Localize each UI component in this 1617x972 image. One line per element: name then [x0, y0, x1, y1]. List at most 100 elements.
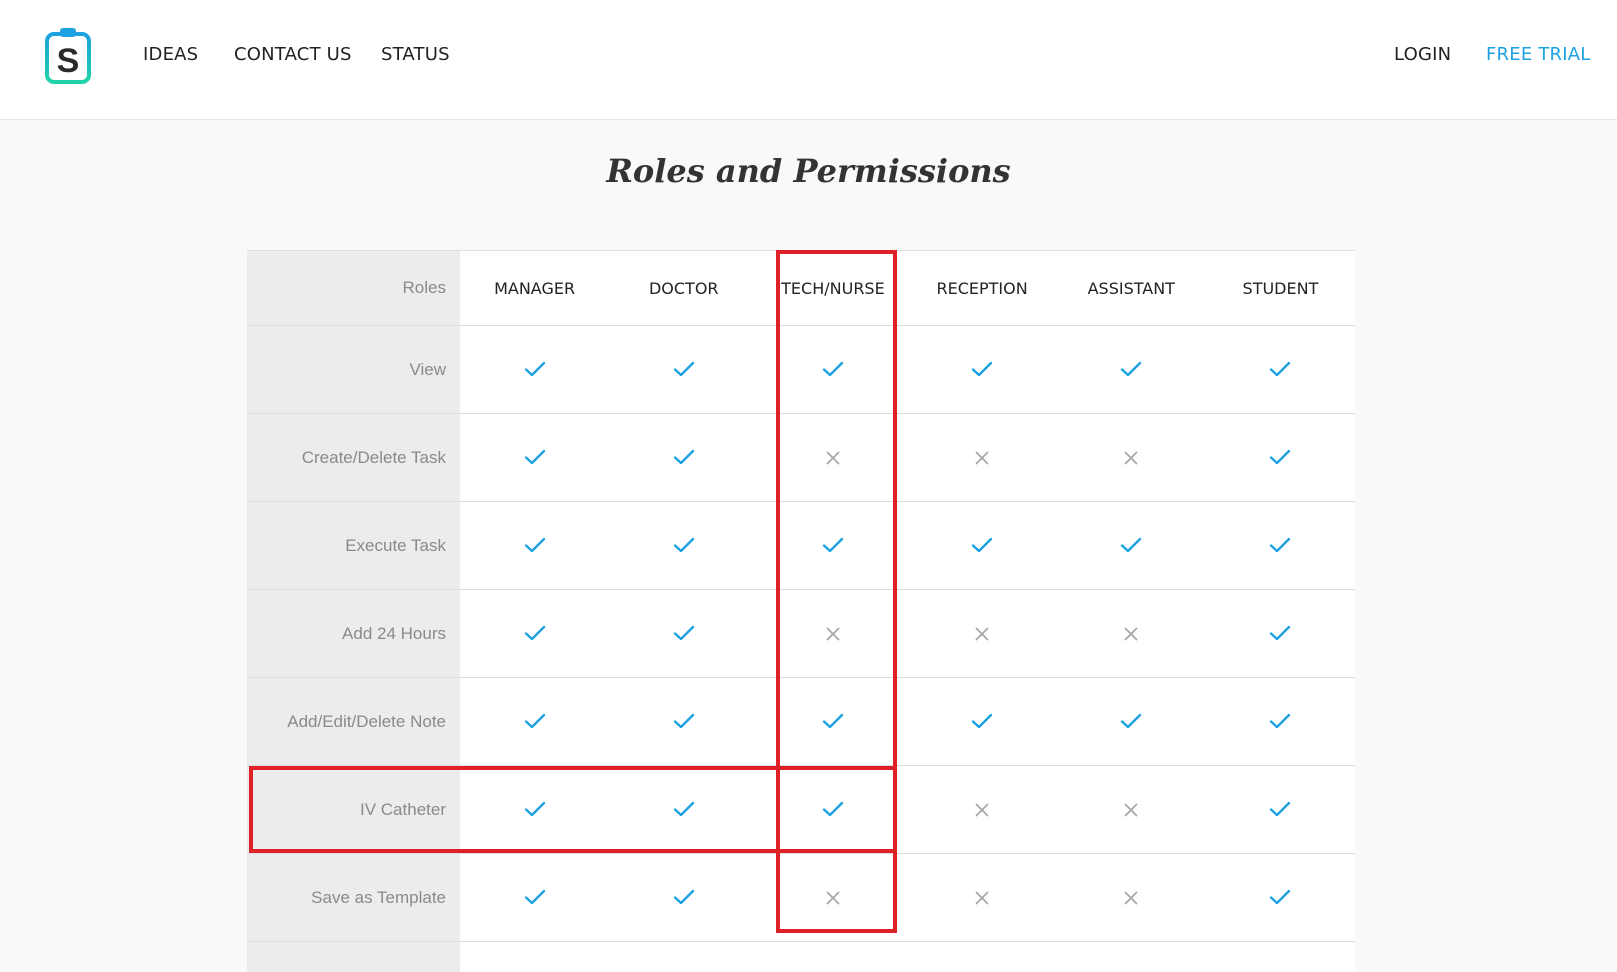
permission-cell — [1057, 326, 1206, 413]
cross-icon — [1124, 803, 1138, 817]
check-icon — [822, 713, 844, 730]
row-cells — [460, 766, 1355, 853]
row-label: Add 24 Hours — [247, 590, 460, 677]
permission-cell — [758, 326, 907, 413]
cross-icon — [1124, 891, 1138, 905]
row-cells — [460, 854, 1355, 941]
permission-cell — [1057, 502, 1206, 589]
permission-cell — [460, 414, 609, 501]
check-icon — [1269, 625, 1291, 642]
table-header-row: Roles MANAGER DOCTOR TECH/NURSE RECEPTION AS… — [247, 251, 1355, 326]
role-columns: MANAGER DOCTOR TECH/NURSE RECEPTION ASSISTAN… — [460, 251, 1355, 325]
column-header: RECEPTION — [936, 278, 1028, 298]
permission-cell — [758, 766, 907, 853]
permission-cell — [758, 854, 907, 941]
permission-cell — [1057, 590, 1206, 677]
check-icon — [822, 801, 844, 818]
row-label: IV Catheter — [247, 766, 460, 853]
permission-cell — [908, 414, 1057, 501]
check-icon — [1269, 361, 1291, 378]
cross-icon — [975, 627, 989, 641]
permission-cell — [1206, 414, 1355, 501]
table-row: View — [247, 326, 1355, 414]
page-title: Roles and Permissions — [606, 152, 1011, 190]
cross-icon — [826, 891, 840, 905]
table-row-partial — [247, 942, 1355, 972]
column-header: ASSISTANT — [1087, 278, 1175, 298]
check-icon — [673, 713, 695, 730]
check-icon — [1269, 801, 1291, 818]
cross-icon — [975, 451, 989, 465]
check-icon — [1269, 449, 1291, 466]
check-icon — [971, 361, 993, 378]
permission-cell — [460, 502, 609, 589]
check-icon — [822, 361, 844, 378]
login-link[interactable]: LOGIN — [1394, 44, 1451, 65]
permission-cell — [908, 854, 1057, 941]
permission-cell — [908, 326, 1057, 413]
check-icon — [1269, 537, 1291, 554]
check-icon — [524, 449, 546, 466]
row-label — [247, 942, 460, 972]
check-icon — [524, 889, 546, 906]
check-icon — [524, 537, 546, 554]
permission-cell — [460, 326, 609, 413]
row-label: Save as Template — [247, 854, 460, 941]
permission-cell — [1206, 678, 1355, 765]
logo-icon[interactable]: S — [44, 26, 92, 86]
check-icon — [524, 713, 546, 730]
check-icon — [673, 361, 695, 378]
check-icon — [673, 449, 695, 466]
nav-contact-link[interactable]: CONTACT US — [234, 44, 352, 65]
permission-cell — [1057, 854, 1206, 941]
check-icon — [1269, 889, 1291, 906]
column-header: DOCTOR — [648, 278, 719, 298]
permission-cell — [758, 414, 907, 501]
table-row: Execute Task — [247, 502, 1355, 590]
table-row: Add 24 Hours — [247, 590, 1355, 678]
svg-text:S: S — [57, 42, 80, 80]
cross-icon — [826, 627, 840, 641]
permission-cell — [758, 678, 907, 765]
permission-cell — [908, 590, 1057, 677]
check-icon — [524, 625, 546, 642]
check-icon — [673, 625, 695, 642]
permission-cell — [460, 766, 609, 853]
permission-cell — [908, 502, 1057, 589]
row-cells — [460, 502, 1355, 589]
check-icon — [971, 537, 993, 554]
permission-cell — [609, 326, 758, 413]
nav-ideas-link[interactable]: IDEAS — [143, 44, 198, 65]
permission-cell — [1206, 766, 1355, 853]
permission-cell — [609, 766, 758, 853]
roles-header-label: Roles — [247, 251, 460, 325]
cross-icon — [1124, 627, 1138, 641]
column-header: STUDENT — [1242, 278, 1319, 298]
permissions-table: Roles MANAGER DOCTOR TECH/NURSE RECEPTION AS… — [247, 250, 1355, 972]
check-icon — [524, 801, 546, 818]
row-label: Execute Task — [247, 502, 460, 589]
table-row: Save as Template — [247, 854, 1355, 942]
permission-cell — [1206, 854, 1355, 941]
column-header: TECH/NURSE — [781, 278, 885, 298]
nav-status-link[interactable]: STATUS — [381, 44, 450, 65]
row-label: View — [247, 326, 460, 413]
permission-cell — [1057, 414, 1206, 501]
permission-cell — [758, 590, 907, 677]
row-label: Create/Delete Task — [247, 414, 460, 501]
permission-cell — [1206, 590, 1355, 677]
check-icon — [1120, 361, 1142, 378]
permission-cell — [1057, 678, 1206, 765]
cross-icon — [975, 803, 989, 817]
check-icon — [1120, 537, 1142, 554]
table-row: Add/Edit/Delete Note — [247, 678, 1355, 766]
permission-cell — [908, 678, 1057, 765]
permission-cell — [609, 678, 758, 765]
cross-icon — [975, 891, 989, 905]
row-cells — [460, 590, 1355, 677]
permission-cell — [460, 590, 609, 677]
check-icon — [1120, 713, 1142, 730]
free-trial-link[interactable]: FREE TRIAL — [1486, 44, 1590, 65]
permission-cell — [908, 766, 1057, 853]
check-icon — [673, 537, 695, 554]
